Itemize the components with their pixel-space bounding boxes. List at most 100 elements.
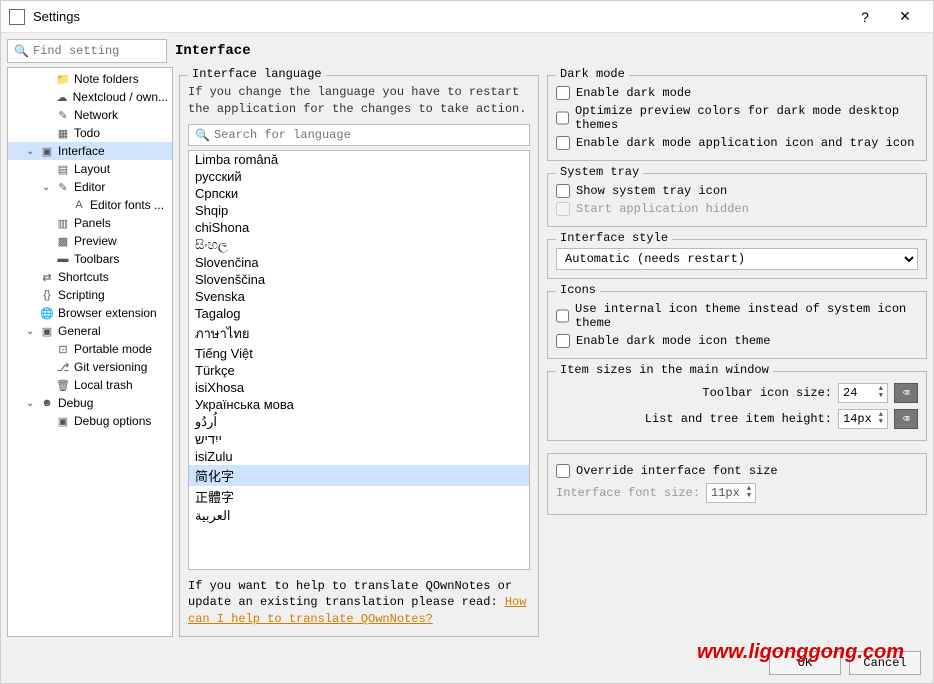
trash-icon: 🗑 <box>56 378 70 392</box>
font-icon: A <box>72 198 86 212</box>
lang-item[interactable]: اُردُو <box>189 413 529 431</box>
sizes-legend: Item sizes in the main window <box>556 363 773 377</box>
lang-legend: Interface language <box>188 67 326 81</box>
lang-item[interactable]: Slovenščina <box>189 271 529 288</box>
sidebar-item-label: Layout <box>74 162 110 176</box>
lang-item[interactable]: Limba română <box>189 151 529 168</box>
general-icon: ▣ <box>40 324 54 338</box>
scripting-icon: {} <box>40 288 54 302</box>
lang-item[interactable]: русский <box>189 168 529 185</box>
override-font-size[interactable]: Override interface font size <box>556 462 918 480</box>
search-icon: 🔍 <box>14 44 29 58</box>
close-button[interactable]: ✕ <box>885 8 925 25</box>
sidebar-item-nextcloud-own-[interactable]: ☁Nextcloud / own... <box>8 88 172 106</box>
lang-item[interactable]: 简化字 <box>189 465 529 486</box>
list-height-label: List and tree item height: <box>645 412 832 426</box>
debug-icon: ☻ <box>40 396 54 410</box>
toolbar-size-spinner[interactable]: ▲▼ <box>838 383 888 403</box>
enable-dark-mode[interactable]: Enable dark mode <box>556 84 918 102</box>
sidebar-item-local-trash[interactable]: 🗑 Local trash <box>8 376 172 394</box>
lang-item[interactable]: ภาษาไทย <box>189 322 529 345</box>
font-size-spinner: ▲▼ <box>706 483 756 503</box>
preview-icon: ▩ <box>56 234 70 248</box>
folder-icon: 📁 <box>56 72 70 86</box>
help-button[interactable]: ? <box>845 9 885 25</box>
lang-item[interactable]: العربية <box>189 507 529 525</box>
cloud-icon: ☁ <box>55 90 68 104</box>
sidebar-item-browser-extension[interactable]: 🌐Browser extension <box>8 304 172 322</box>
lang-item[interactable]: Українська мова <box>189 396 529 413</box>
tree-expander-icon[interactable]: ⌄ <box>26 146 36 157</box>
lang-item[interactable]: ייִדיש <box>189 431 529 448</box>
lang-item[interactable]: 正體字 <box>189 486 529 507</box>
optimize-preview-colors[interactable]: Optimize preview colors for dark mode de… <box>556 102 918 134</box>
sidebar-item-label: Debug <box>58 396 93 410</box>
sidebar-item-general[interactable]: ⌄▣General <box>8 322 172 340</box>
window-title: Settings <box>33 9 845 24</box>
sidebar-item-label: Toolbars <box>74 252 119 266</box>
sidebar-item-debug-options[interactable]: ▣Debug options <box>8 412 172 430</box>
panels-icon: ▥ <box>56 216 70 230</box>
lang-item[interactable]: Tagalog <box>189 305 529 322</box>
lang-item[interactable]: Tiếng Việt <box>189 345 529 362</box>
lang-item[interactable]: Српски <box>189 185 529 202</box>
list-height-spinner[interactable]: ▲▼ <box>838 409 888 429</box>
tree-expander-icon[interactable]: ⌄ <box>26 398 36 409</box>
sidebar-item-editor[interactable]: ⌄✎Editor <box>8 178 172 196</box>
language-list[interactable]: Limba românăрусскийСрпскиShqipchiShonaසි… <box>188 150 530 570</box>
show-tray-icon[interactable]: Show system tray icon <box>556 182 918 200</box>
sidebar-item-debug[interactable]: ⌄ ☻ Debug <box>8 394 172 412</box>
icons-legend: Icons <box>556 283 600 297</box>
sidebar-item-label: Editor fonts ... <box>90 198 164 212</box>
pen-icon: ✎ <box>56 108 70 122</box>
sidebar-item-todo[interactable]: ▦Todo <box>8 124 172 142</box>
cancel-button[interactable]: Cancel <box>849 651 921 675</box>
lang-item[interactable]: chiShona <box>189 219 529 236</box>
tree-expander-icon[interactable]: ⌄ <box>26 326 36 337</box>
toolbars-icon: ▬ <box>56 252 70 266</box>
sidebar-item-label: Network <box>74 108 118 122</box>
translate-help: If you want to help to translate QOwnNot… <box>188 578 530 628</box>
portable-icon: ⊡ <box>56 342 70 356</box>
toolbar-size-reset[interactable]: ⌫ <box>894 383 918 403</box>
lang-item[interactable]: Svenska <box>189 288 529 305</box>
sidebar-item-git-versioning[interactable]: ⎇ Git versioning <box>8 358 172 376</box>
lang-help: If you change the language you have to r… <box>188 84 530 118</box>
lang-search-input[interactable]: 🔍 <box>188 124 530 146</box>
sidebar-item-toolbars[interactable]: ▬ Toolbars <box>8 250 172 268</box>
sidebar-item-label: Interface <box>58 144 105 158</box>
sidebar-item-label: Preview <box>74 234 117 248</box>
find-setting-input[interactable]: 🔍 <box>7 39 167 63</box>
window-icon: ▣ <box>40 144 54 158</box>
sidebar-item-layout[interactable]: ▤Layout <box>8 160 172 178</box>
sidebar-item-preview[interactable]: ▩ Preview <box>8 232 172 250</box>
git-icon: ⎇ <box>56 360 70 374</box>
lang-item[interactable]: Slovenčina <box>189 254 529 271</box>
interface-style-select[interactable]: Automatic (needs restart) <box>556 248 918 270</box>
start-hidden: Start application hidden <box>556 200 918 218</box>
lang-item[interactable]: සිංහල <box>189 236 529 254</box>
settings-tree[interactable]: 📁Note folders☁Nextcloud / own... ✎ Network… <box>7 67 173 637</box>
sidebar-item-label: Git versioning <box>74 360 147 374</box>
sidebar-item-scripting[interactable]: {}Scripting <box>8 286 172 304</box>
sidebar-item-shortcuts[interactable]: ⇄Shortcuts <box>8 268 172 286</box>
sidebar-item-panels[interactable]: ▥Panels <box>8 214 172 232</box>
sidebar-item-note-folders[interactable]: 📁Note folders <box>8 70 172 88</box>
lang-item[interactable]: isiXhosa <box>189 379 529 396</box>
sidebar-item-editor-fonts-[interactable]: A Editor fonts ... <box>8 196 172 214</box>
internal-icon-theme[interactable]: Use internal icon theme instead of syste… <box>556 300 918 332</box>
lang-item[interactable]: isiZulu <box>189 448 529 465</box>
sidebar-item-label: Shortcuts <box>58 270 109 284</box>
lang-item[interactable]: Türkçe <box>189 362 529 379</box>
ok-button[interactable]: OK <box>769 651 841 675</box>
systray-legend: System tray <box>556 165 643 179</box>
lang-item[interactable]: Shqip <box>189 202 529 219</box>
editor-icon: ✎ <box>56 180 70 194</box>
dark-mode-app-icon[interactable]: Enable dark mode application icon and tr… <box>556 134 918 152</box>
sidebar-item-portable-mode[interactable]: ⊡Portable mode <box>8 340 172 358</box>
sidebar-item-interface[interactable]: ⌄ ▣ Interface <box>8 142 172 160</box>
sidebar-item-label: Local trash <box>74 378 133 392</box>
dark-icon-theme[interactable]: Enable dark mode icon theme <box>556 332 918 350</box>
sidebar-item-network[interactable]: ✎ Network <box>8 106 172 124</box>
list-height-reset[interactable]: ⌫ <box>894 409 918 429</box>
